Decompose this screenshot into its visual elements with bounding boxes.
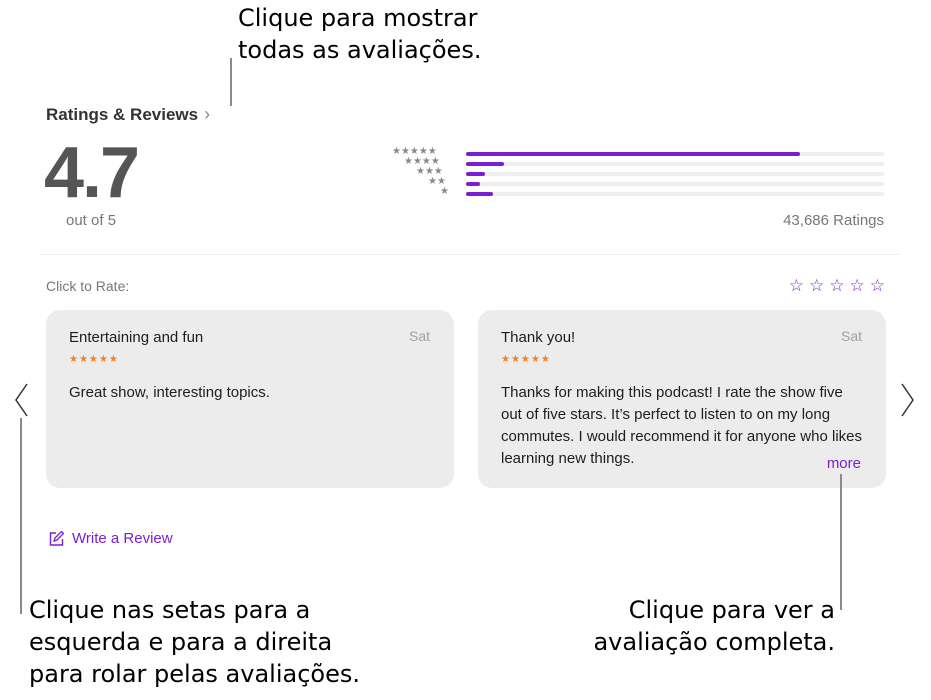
histogram-bar-3-star — [466, 172, 485, 176]
callout-scroll-arrows: Clique nas setas para a esquerda e para … — [29, 594, 360, 690]
review-title: Entertaining and fun — [69, 329, 204, 346]
review-date: Sat — [840, 328, 862, 344]
callout-show-all: Clique para mostrar todas as avaliações. — [238, 2, 481, 66]
histogram-bar-2-star — [466, 182, 480, 186]
histogram-track — [466, 182, 884, 186]
compose-icon — [49, 530, 64, 546]
review-card[interactable]: Entertaining and fun Sat ★★★★★ Great sho… — [46, 310, 454, 488]
rate-star-2-icon[interactable]: ☆ — [809, 276, 824, 296]
callout-line-2: todas as avaliações. — [238, 36, 482, 64]
rate-star-1-icon[interactable]: ☆ — [789, 276, 804, 296]
rate-star-3-icon[interactable]: ☆ — [829, 276, 844, 296]
histogram-row-5-star: ★★★★★ — [390, 147, 890, 159]
divider — [40, 254, 900, 255]
histogram-row-2-star: ★★ — [390, 177, 890, 189]
callout-line-2: avaliação completa. — [593, 628, 835, 656]
rate-stars: ☆ ☆ ☆ ☆ ☆ — [789, 276, 885, 296]
callout-line-1: Clique para ver a — [628, 596, 835, 624]
next-review-button[interactable] — [898, 382, 918, 418]
histogram-row-1-star: ★ — [390, 186, 890, 199]
write-review-label: Write a Review — [72, 530, 173, 547]
histogram-row-3-star: ★★★ — [390, 167, 890, 179]
review-stars: ★★★★★ — [501, 354, 551, 365]
previous-review-button[interactable] — [12, 382, 32, 418]
histogram-track — [466, 192, 884, 196]
histogram-track — [466, 172, 884, 176]
average-rating: 4.7 — [44, 133, 140, 213]
review-card[interactable]: Thank you! Sat ★★★★★ Thanks for making t… — [478, 310, 886, 488]
callout-line-1: Clique nas setas para a — [29, 596, 311, 624]
rating-histogram: ★★★★★ ★★★★ ★★★ ★★ ★ — [390, 147, 890, 203]
section-title: Ratings & Reviews — [46, 104, 199, 124]
review-title: Thank you! — [501, 329, 576, 346]
histogram-track — [466, 152, 884, 156]
histogram-bar-4-star — [466, 162, 504, 166]
histogram-bar-5-star — [466, 152, 801, 156]
review-stars: ★★★★★ — [69, 354, 119, 365]
chevron-right-icon: › — [204, 104, 211, 124]
chevron-left-icon — [15, 383, 28, 417]
ratings-reviews-link[interactable]: Ratings & Reviews › — [46, 104, 210, 125]
more-link[interactable]: more — [796, 455, 861, 472]
callout-leader-left — [20, 418, 22, 614]
callout-leader-right — [840, 474, 842, 610]
total-ratings: 43,686 Ratings — [783, 212, 884, 229]
rate-star-4-icon[interactable]: ☆ — [850, 276, 865, 296]
callout-line-2: esquerda e para a direita — [29, 628, 333, 656]
write-review-button[interactable]: Write a Review — [48, 530, 173, 547]
callout-full-review: Clique para ver a avaliação completa. — [593, 594, 835, 658]
histogram-track — [466, 162, 884, 166]
review-date: Sat — [408, 328, 430, 344]
review-body: Great show, interesting topics. — [69, 384, 270, 401]
callout-leader-top — [230, 58, 232, 106]
histogram-stars-1: ★ — [440, 186, 449, 197]
callout-line-1: Clique para mostrar — [238, 4, 478, 32]
histogram-row-4-star: ★★★★ — [390, 157, 890, 169]
rate-star-5-icon[interactable]: ☆ — [870, 276, 885, 296]
histogram-bar-1-star — [466, 192, 494, 196]
click-to-rate-label: Click to Rate: — [46, 278, 130, 294]
out-of-label: out of 5 — [66, 212, 117, 229]
chevron-right-icon — [901, 383, 914, 417]
callout-line-3: para rolar pelas avaliações. — [29, 660, 360, 688]
